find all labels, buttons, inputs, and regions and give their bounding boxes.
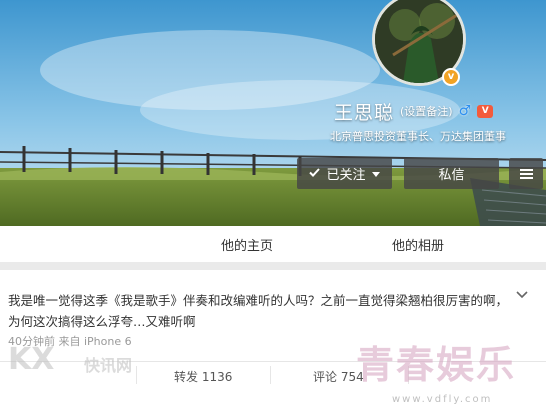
tab-album[interactable]: 他的相册 (392, 235, 444, 254)
repost-button[interactable]: 转发 1136 (174, 368, 232, 385)
set-remark-link[interactable]: (设置备注) (400, 103, 453, 119)
watermark-right-logo: 青春娱乐 (356, 343, 517, 387)
profile-tabs: 他的主页 他的相册 (0, 226, 546, 262)
watermark-left-logo: KX (8, 342, 55, 377)
vip-icon[interactable]: V (477, 104, 494, 118)
tab-home[interactable]: 他的主页 (221, 235, 273, 254)
more-menu-button[interactable] (509, 158, 543, 189)
watermark-left-text: 快讯网 (84, 356, 133, 375)
male-icon: ♂ (458, 103, 472, 119)
section-divider (0, 262, 546, 270)
message-button[interactable]: 私信 (404, 158, 499, 189)
check-icon (309, 166, 321, 181)
menu-icon (519, 168, 533, 179)
profile-name: 王思聪 (334, 101, 395, 124)
chevron-down-icon[interactable] (516, 288, 528, 302)
message-label: 私信 (438, 168, 465, 183)
action-divider (136, 366, 137, 384)
post-text: 我是唯一觉得这季《我是歌手》伴奏和改编难听的人吗？之前一直觉得梁翘柏很厉害的啊，… (8, 293, 509, 329)
following-button[interactable]: 已关注 (297, 158, 392, 189)
caret-down-icon (371, 166, 380, 181)
action-divider (270, 366, 271, 384)
profile-name-row: 王思聪 (设置备注) ♂ V (334, 99, 494, 124)
profile-bio: 北京普思投资董事长、万达集团董事 (330, 130, 506, 143)
verified-badge-icon: v (442, 68, 460, 86)
watermark-url: www.vdfly.com (392, 394, 493, 405)
following-label: 已关注 (326, 168, 366, 183)
